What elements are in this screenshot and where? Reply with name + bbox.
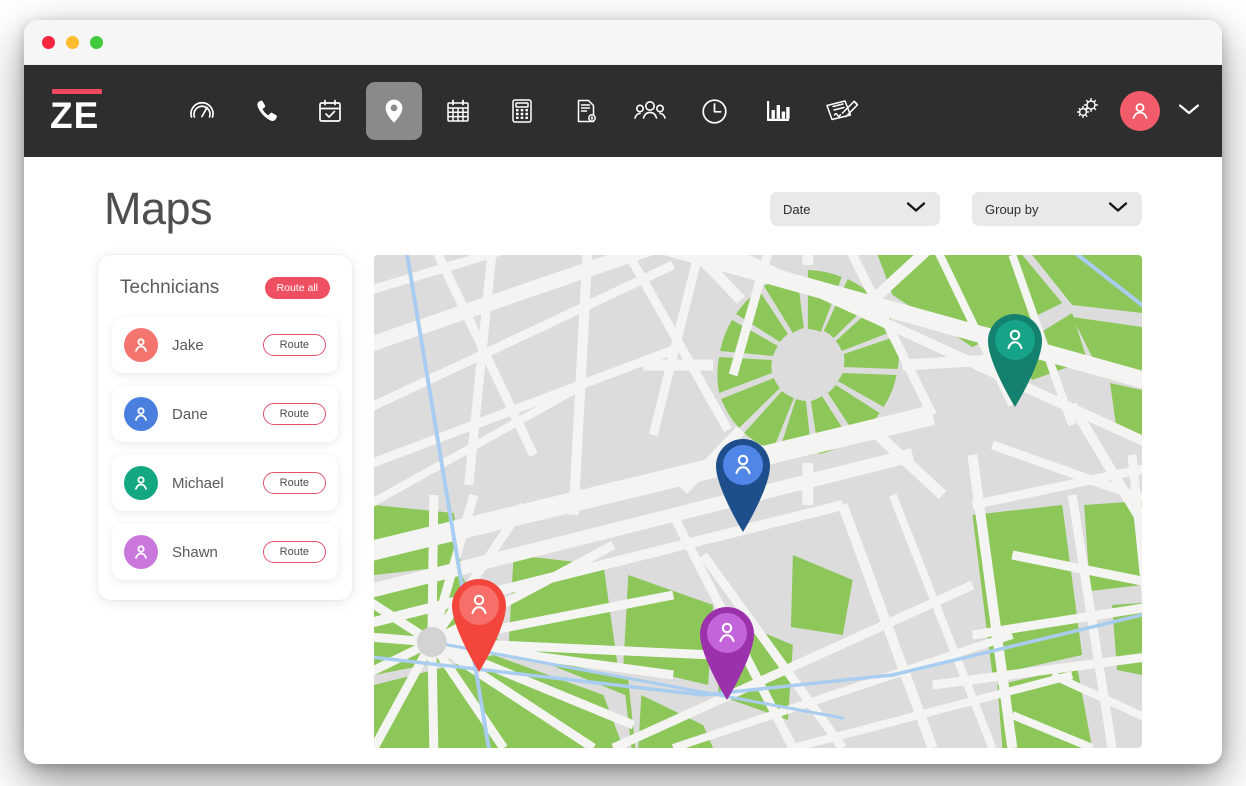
calculator-icon	[509, 97, 535, 125]
calendar-check-icon	[316, 97, 344, 125]
gears-settings-icon[interactable]	[1070, 94, 1104, 129]
group-by-select[interactable]: Group by	[972, 192, 1142, 226]
logo-accent-bar	[52, 88, 102, 94]
nav-item-tasks[interactable]	[302, 82, 358, 140]
chevron-down-icon[interactable]	[1176, 101, 1202, 122]
nav-item-estimates[interactable]	[494, 82, 550, 140]
technicians-panel-header: Technicians Route all	[112, 273, 338, 299]
date-select[interactable]: Date	[770, 192, 940, 226]
avatar	[124, 466, 158, 500]
technicians-panel: Technicians Route all Jake Route Dane Ro…	[98, 255, 352, 600]
close-window-button[interactable]	[42, 35, 55, 49]
avatar	[124, 328, 158, 362]
technician-name: Shawn	[172, 543, 218, 561]
nav-item-invoices[interactable]	[558, 82, 614, 140]
calendar-grid-icon	[444, 97, 472, 125]
technician-row-jake[interactable]: Jake Route	[112, 317, 338, 373]
technician-name: Dane	[172, 405, 208, 423]
dashboard-gauge-icon	[187, 96, 217, 126]
page-filters: Date Group by	[770, 192, 1142, 226]
map-pin-jake[interactable]	[450, 573, 508, 673]
route-all-button[interactable]: Route all	[264, 277, 330, 299]
technician-location-map[interactable]	[374, 255, 1142, 748]
nav-item-schedule[interactable]	[430, 82, 486, 140]
page-header: Maps Date Group by	[24, 157, 1222, 235]
app-window: ZE Maps Date Group by Technicians Route …	[24, 20, 1222, 764]
technician-row-shawn[interactable]: Shawn Route	[112, 524, 338, 580]
phone-icon	[253, 98, 280, 125]
group-by-select-label: Group by	[985, 201, 1039, 217]
nav-item-agreements[interactable]	[814, 82, 870, 140]
bar-chart-icon	[764, 98, 792, 124]
chevron-down-icon	[1107, 200, 1129, 219]
route-button[interactable]: Route	[262, 403, 326, 425]
route-button[interactable]: Route	[262, 334, 326, 356]
map-pin-shawn[interactable]	[698, 601, 756, 701]
navbar-icon-group	[174, 82, 870, 140]
page-body: Technicians Route all Jake Route Dane Ro…	[24, 235, 1222, 748]
route-button[interactable]: Route	[262, 541, 326, 563]
window-titlebar	[24, 20, 1222, 65]
chevron-down-icon	[905, 200, 927, 219]
map-pin-icon	[380, 97, 408, 125]
date-select-label: Date	[783, 201, 811, 217]
people-icon	[634, 98, 666, 124]
map-pin-michael[interactable]	[986, 308, 1044, 408]
nav-item-maps[interactable]	[366, 82, 422, 140]
maximize-window-button[interactable]	[90, 35, 103, 49]
screenshot-stage: ZE Maps Date Group by Technicians Route …	[0, 0, 1246, 786]
minimize-window-button[interactable]	[66, 35, 79, 49]
user-avatar-icon[interactable]	[1120, 91, 1160, 131]
nav-item-customers[interactable]	[622, 82, 678, 140]
nav-item-timesheets[interactable]	[686, 82, 742, 140]
technician-row-dane[interactable]: Dane Route	[112, 386, 338, 442]
nav-item-dashboard[interactable]	[174, 82, 230, 140]
nav-item-calls[interactable]	[238, 82, 294, 140]
clock-icon	[700, 97, 729, 126]
avatar	[124, 535, 158, 569]
page-content: Maps Date Group by Technicians Route all…	[24, 157, 1222, 764]
map-pin-dane[interactable]	[714, 433, 772, 533]
document-icon	[573, 97, 599, 125]
technician-row-michael[interactable]: Michael Route	[112, 455, 338, 511]
technician-name: Jake	[172, 336, 204, 354]
avatar	[124, 397, 158, 431]
technician-name: Michael	[172, 474, 224, 492]
logo-text: ZE	[50, 94, 100, 136]
app-logo[interactable]: ZE	[50, 88, 122, 136]
route-button[interactable]: Route	[262, 472, 326, 494]
main-navbar: ZE	[24, 65, 1222, 157]
signature-icon	[823, 96, 861, 126]
technicians-title: Technicians	[120, 277, 220, 298]
navbar-right-group	[1070, 91, 1202, 131]
nav-item-reports[interactable]	[750, 82, 806, 140]
page-title: Maps	[104, 183, 213, 234]
